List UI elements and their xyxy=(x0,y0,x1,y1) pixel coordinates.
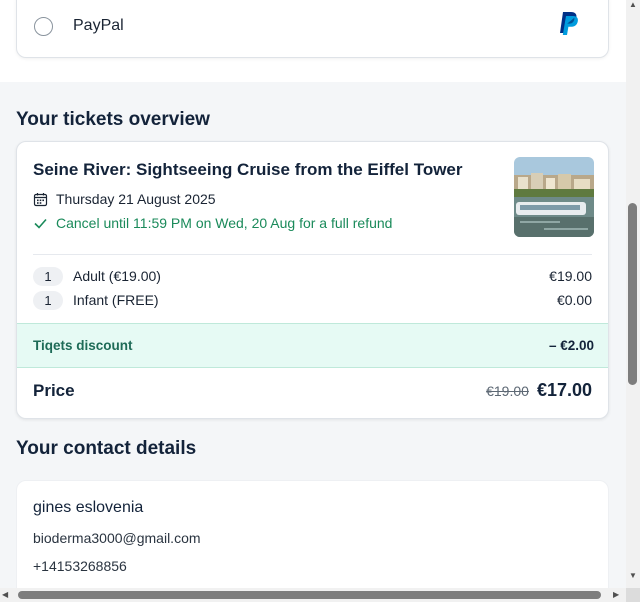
ticket-row-infant: 1 Infant (FREE) €0.00 xyxy=(33,290,592,310)
quantity-badge: 1 xyxy=(33,290,63,310)
scroll-left-arrow-icon[interactable]: ◀ xyxy=(2,590,8,599)
price-label: Price xyxy=(33,380,75,400)
ticket-amount: €19.00 xyxy=(549,268,592,284)
check-icon xyxy=(33,216,48,231)
tour-date-text: Thursday 21 August 2025 xyxy=(56,191,216,207)
ticket-label: Infant (FREE) xyxy=(73,292,159,308)
paypal-logo-icon xyxy=(557,11,579,37)
divider xyxy=(33,254,592,255)
discount-amount: – €2.00 xyxy=(548,338,594,353)
tour-date: Thursday 21 August 2025 xyxy=(33,191,216,207)
tour-thumbnail-image xyxy=(514,157,594,237)
horizontal-scrollbar[interactable]: ◀ ▶ xyxy=(0,588,626,602)
cancellation-note: Cancel until 11:59 PM on Wed, 20 Aug for… xyxy=(33,215,392,231)
contact-email: bioderma3000@gmail.com xyxy=(33,530,201,546)
final-price: €17.00 xyxy=(536,380,592,400)
contact-phone: +14153268856 xyxy=(33,558,127,574)
ticket-row-adult: 1 Adult (€19.00) €19.00 xyxy=(33,266,592,286)
quantity-badge: 1 xyxy=(33,266,63,286)
price-row: Price €19.00 €17.00 xyxy=(33,380,592,401)
scroll-down-arrow-icon[interactable]: ▼ xyxy=(629,571,637,580)
payment-area: PayPal xyxy=(0,0,626,82)
cancellation-text: Cancel until 11:59 PM on Wed, 20 Aug for… xyxy=(56,215,393,231)
scrollbar-corner xyxy=(626,588,640,602)
ticket-amount: €0.00 xyxy=(556,292,592,308)
tickets-overview-heading: Your tickets overview xyxy=(16,109,210,130)
paypal-radio-button[interactable] xyxy=(34,17,53,36)
tickets-overview-card: Seine River: Sightseeing Cruise from the… xyxy=(16,141,609,419)
ticket-label: Adult (€19.00) xyxy=(73,268,161,284)
contact-details-card: gines eslovenia bioderma3000@gmail.com +… xyxy=(16,480,609,588)
discount-label: Tiqets discount xyxy=(33,338,133,353)
discount-row: Tiqets discount – €2.00 xyxy=(17,323,608,368)
horizontal-scroll-thumb[interactable] xyxy=(18,591,601,599)
page-viewport: PayPal Your tickets overview Seine River… xyxy=(0,0,626,588)
scroll-up-arrow-icon[interactable]: ▲ xyxy=(629,0,637,9)
original-price: €19.00 xyxy=(486,382,529,399)
paypal-option-label: PayPal xyxy=(73,17,124,34)
vertical-scrollbar[interactable]: ▲ ▼ xyxy=(626,0,640,588)
vertical-scroll-thumb[interactable] xyxy=(628,203,637,385)
tour-title: Seine River: Sightseeing Cruise from the… xyxy=(33,160,463,179)
contact-name: gines eslovenia xyxy=(33,499,144,516)
contact-details-heading: Your contact details xyxy=(16,438,197,459)
scroll-right-arrow-icon[interactable]: ▶ xyxy=(613,590,619,599)
calendar-icon xyxy=(33,192,48,207)
paypal-option[interactable]: PayPal xyxy=(16,0,609,58)
